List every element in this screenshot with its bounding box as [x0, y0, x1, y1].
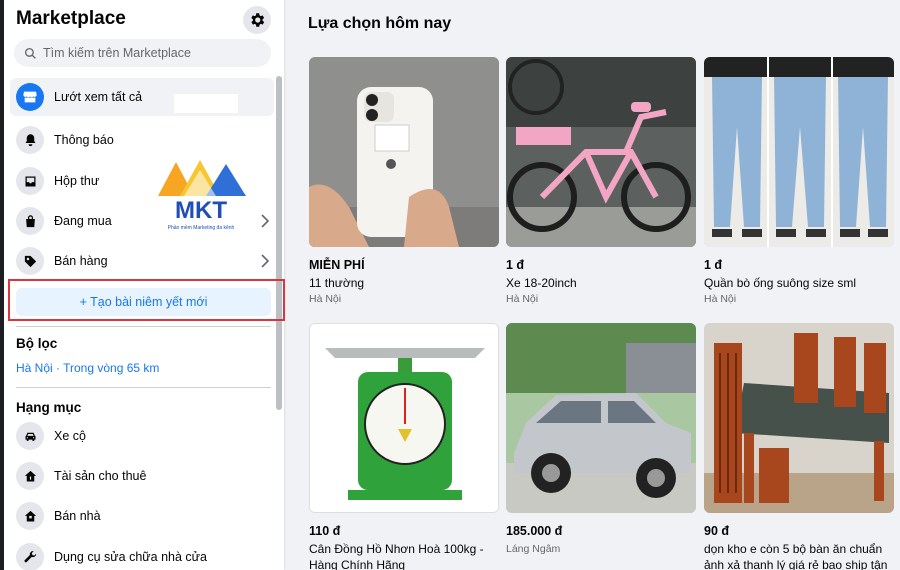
redaction-patch	[174, 94, 238, 113]
sidebar-item-label: Lướt xem tất cả	[54, 90, 143, 104]
sidebar-scrollbar[interactable]	[276, 76, 282, 410]
listing-card[interactable]: MIỄN PHÍ 11 thường Hà Nội	[309, 57, 499, 305]
listing-card[interactable]: 110 đ Cân Đồng Hồ Nhơn Hoà 100kg - Hàng …	[309, 323, 499, 570]
listing-price: MIỄN PHÍ	[309, 258, 365, 272]
gear-icon	[251, 13, 265, 27]
svg-text:Phần mềm Marketing đa kênh: Phần mềm Marketing đa kênh	[168, 225, 235, 231]
category-label: Dụng cụ sửa chữa nhà cửa	[54, 550, 207, 564]
listing-title: Xe 18-20inch	[506, 276, 577, 290]
sidebar-item-label: Thông báo	[54, 133, 114, 147]
price-tag-icon	[16, 247, 44, 275]
search-icon	[24, 47, 36, 59]
storefront-icon	[16, 83, 44, 111]
sidebar: Marketplace Lướt xem tất cả Thông báo Hộ…	[4, 0, 284, 570]
bell-icon	[16, 126, 44, 154]
sidebar-item-label: Hộp thư	[54, 174, 100, 188]
listing-image[interactable]	[309, 57, 499, 247]
listing-image[interactable]	[506, 57, 696, 247]
category-label: Bán nhà	[54, 509, 101, 523]
listing-card[interactable]: 90 đ dọn kho e còn 5 bộ bàn ăn chuẩn ảnh…	[704, 323, 894, 570]
listing-price: 185.000 đ	[506, 524, 563, 538]
listing-price: 90 đ	[704, 524, 730, 538]
house-sale-icon	[16, 502, 44, 530]
inbox-icon	[16, 167, 44, 195]
listing-image[interactable]	[704, 57, 894, 247]
mkt-logo: MKT Phần mềm Marketing đa kênh	[154, 156, 249, 234]
sidebar-item-label: Bán hàng	[54, 254, 108, 268]
wrench-icon	[16, 543, 44, 570]
sidebar-item-selling[interactable]: Bán hàng	[10, 242, 274, 280]
search-box[interactable]	[14, 39, 271, 67]
create-listing-button[interactable]: + Tạo bài niêm yết mới	[16, 288, 271, 316]
listing-title: Cân Đồng Hồ Nhơn Hoà 100kg - Hàng Chính …	[309, 542, 484, 570]
divider	[16, 326, 271, 327]
location-filter-link[interactable]: Hà Nội · Trong vòng 65 km	[16, 361, 159, 375]
listing-card[interactable]: 185.000 đ Láng Ngâm	[506, 323, 696, 557]
listing-title: Quần bò ống suông size sml	[704, 276, 857, 290]
listing-location: Hà Nội	[506, 293, 539, 305]
page-title: Lựa chọn hôm nay	[308, 15, 452, 32]
svg-text:MKT: MKT	[175, 197, 227, 224]
listing-title: Láng Ngâm	[506, 543, 561, 555]
listing-title: 11 thường	[309, 276, 365, 290]
listing-image[interactable]	[506, 323, 696, 513]
filter-heading: Bộ lọc	[16, 336, 58, 351]
listing-price: 1 đ	[704, 258, 723, 272]
listing-image[interactable]	[704, 323, 894, 513]
house-rent-icon	[16, 462, 44, 490]
search-input[interactable]	[43, 46, 263, 60]
chevron-right-icon	[261, 254, 270, 268]
category-item-vehicles[interactable]: Xe cộ	[10, 418, 274, 454]
listing-location: Hà Nội	[704, 293, 737, 305]
listing-card[interactable]: 1 đ Xe 18-20inch Hà Nội	[506, 57, 696, 305]
category-heading: Hạng mục	[16, 400, 82, 415]
category-item-home-improvement[interactable]: Dụng cụ sửa chữa nhà cửa	[10, 539, 274, 570]
divider	[16, 387, 271, 388]
sidebar-item-label: Đang mua	[54, 214, 112, 228]
car-icon	[16, 422, 44, 450]
listing-card[interactable]: 1 đ Quần bò ống suông size sml Hà Nội	[704, 57, 894, 305]
settings-button[interactable]	[243, 6, 271, 34]
listing-title: dọn kho e còn 5 bộ bàn ăn chuẩn ảnh xả t…	[704, 542, 888, 570]
category-label: Xe cộ	[54, 429, 86, 443]
category-item-rentals[interactable]: Tài sản cho thuê	[10, 458, 274, 494]
listing-price: 110 đ	[309, 524, 341, 538]
sidebar-title: Marketplace	[16, 8, 126, 29]
listing-location: Hà Nội	[309, 293, 342, 305]
shopping-bag-icon	[16, 207, 44, 235]
listing-price: 1 đ	[506, 258, 525, 272]
sidebar-item-notifications[interactable]: Thông báo	[10, 121, 274, 159]
category-item-property-sale[interactable]: Bán nhà	[10, 498, 274, 534]
chevron-right-icon	[261, 214, 270, 228]
listing-image[interactable]	[309, 323, 499, 513]
category-label: Tài sản cho thuê	[54, 469, 147, 483]
